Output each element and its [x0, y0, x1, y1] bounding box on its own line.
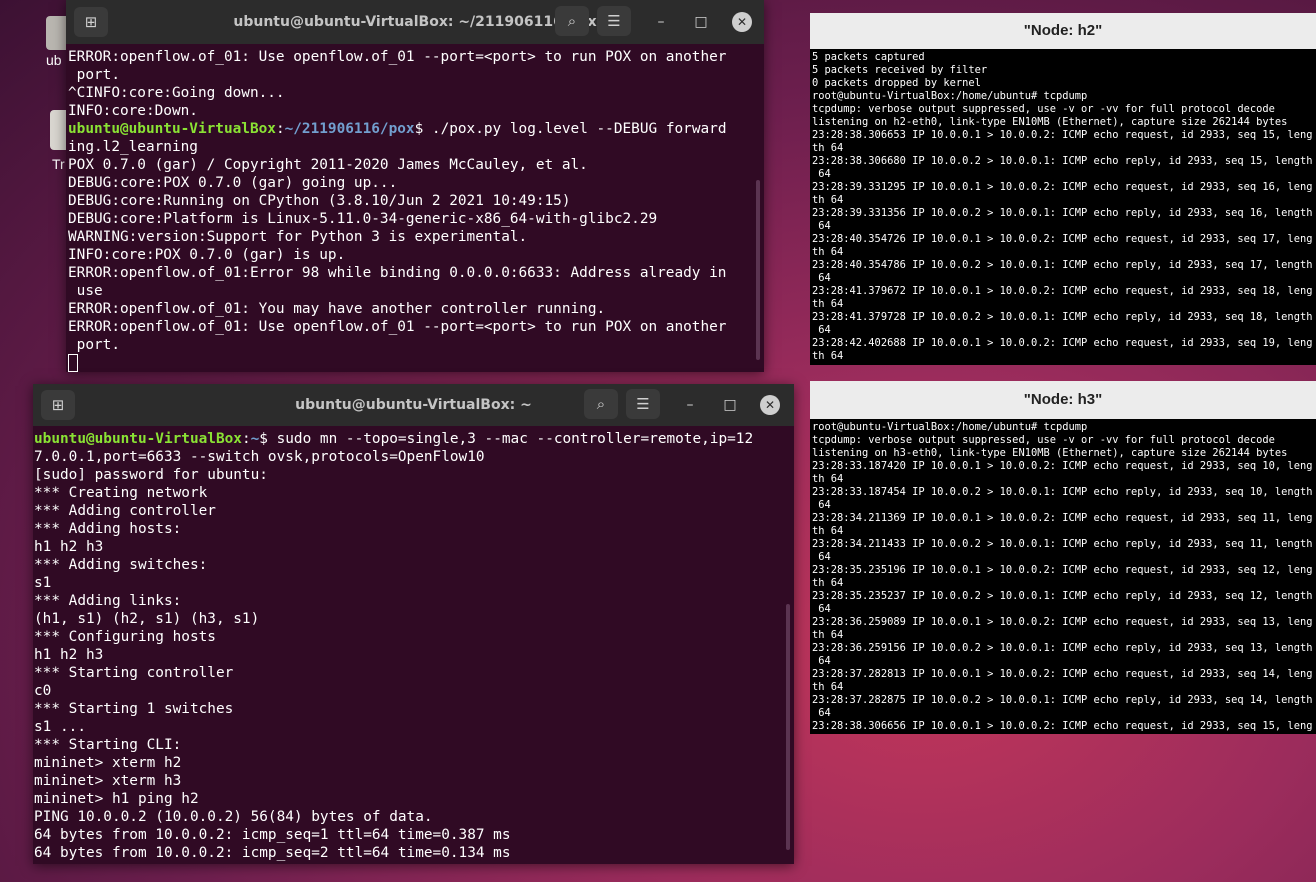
pox-lines-after: ing.l2_learning POX 0.7.0 (gar) / Copyri…: [68, 139, 727, 353]
xterm-h3-output[interactable]: root@ubuntu-VirtualBox:/home/ubuntu# tcp…: [810, 419, 1316, 734]
xterm-h2-title: "Node: h2": [1023, 22, 1103, 39]
pox-lines-before: ERROR:openflow.of_01: Use openflow.of_01…: [68, 49, 727, 119]
xterm-node-h2-window[interactable]: "Node: h2" 5 packets captured 5 packets …: [810, 13, 1316, 365]
desktop-icon-label-home: ub: [46, 52, 62, 68]
maximize-icon[interactable]: □: [690, 11, 712, 33]
close-icon[interactable]: ✕: [732, 12, 752, 32]
mininet-terminal-output[interactable]: ubuntu@ubuntu-VirtualBox:~$ sudo mn --to…: [33, 426, 794, 864]
pox-terminal-window[interactable]: ⊞ ubuntu@ubuntu-VirtualBox: ~/211906116/…: [66, 0, 764, 372]
xterm-h3-text: root@ubuntu-VirtualBox:/home/ubuntu# tcp…: [812, 421, 1313, 732]
minimize-icon[interactable]: –: [679, 394, 701, 416]
prompt-colon: :: [275, 121, 285, 137]
xterm-h2-titlebar[interactable]: "Node: h2": [810, 13, 1316, 49]
close-icon[interactable]: ✕: [760, 395, 780, 415]
xterm-h2-output[interactable]: 5 packets captured 5 packets received by…: [810, 49, 1316, 365]
prompt-path: ~/211906116/pox: [284, 121, 415, 137]
scrollbar[interactable]: [756, 180, 760, 360]
prompt-dollar: $: [259, 431, 277, 447]
xterm-node-h3-window[interactable]: "Node: h3" root@ubuntu-VirtualBox:/home/…: [810, 381, 1316, 734]
prompt-dollar: $: [414, 121, 432, 137]
maximize-icon[interactable]: □: [719, 394, 741, 416]
search-icon[interactable]: ⌕: [555, 6, 589, 36]
xterm-h2-text: 5 packets captured 5 packets received by…: [812, 51, 1313, 362]
hamburger-menu-icon[interactable]: ☰: [597, 6, 631, 36]
mininet-terminal-header[interactable]: ⊞ ubuntu@ubuntu-VirtualBox: ~ ⌕ ☰ – □ ✕: [33, 384, 794, 426]
search-icon[interactable]: ⌕: [584, 389, 618, 419]
mininet-lines-after: 7.0.0.1,port=6633 --switch ovsk,protocol…: [34, 449, 511, 861]
prompt-user: ubuntu@ubuntu-VirtualBox: [34, 431, 242, 447]
mininet-command: sudo mn --topo=single,3 --mac --controll…: [276, 431, 754, 447]
pox-terminal-header[interactable]: ⊞ ubuntu@ubuntu-VirtualBox: ~/211906116/…: [66, 0, 764, 44]
text-cursor: [68, 354, 78, 372]
hamburger-menu-icon[interactable]: ☰: [626, 389, 660, 419]
xterm-h3-title: "Node: h3": [1023, 391, 1103, 408]
scrollbar[interactable]: [786, 604, 790, 850]
pox-command: ./pox.py log.level --DEBUG forward: [431, 121, 727, 137]
pox-terminal-output[interactable]: ERROR:openflow.of_01: Use openflow.of_01…: [66, 44, 764, 372]
desktop-icon-label-trash: Tr: [52, 156, 65, 172]
prompt-user: ubuntu@ubuntu-VirtualBox: [68, 121, 276, 137]
prompt-path: ~: [250, 431, 260, 447]
prompt-colon: :: [241, 431, 251, 447]
xterm-h3-titlebar[interactable]: "Node: h3": [810, 381, 1316, 419]
mininet-terminal-window[interactable]: ⊞ ubuntu@ubuntu-VirtualBox: ~ ⌕ ☰ – □ ✕ …: [33, 384, 794, 864]
minimize-icon[interactable]: –: [650, 11, 672, 33]
